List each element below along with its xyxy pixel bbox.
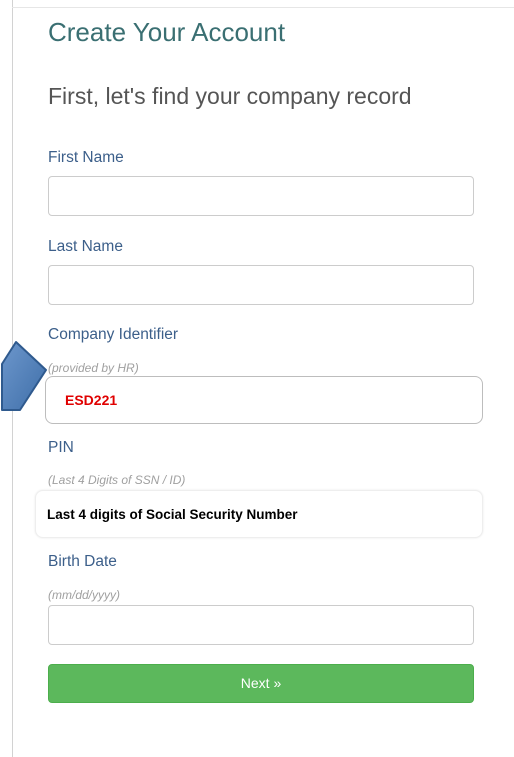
next-button[interactable]: Next » (48, 664, 474, 703)
birth-date-label: Birth Date (48, 553, 117, 570)
company-identifier-hint: (provided by HR) (48, 361, 139, 375)
page-title: Create Your Account (48, 17, 286, 47)
last-name-input[interactable] (48, 265, 474, 305)
create-account-page: Create Your Account First, let's find yo… (0, 0, 514, 757)
page-subtitle: First, let's find your company record (48, 83, 412, 109)
pin-hint: (Last 4 Digits of SSN / ID) (48, 473, 186, 487)
pin-value: Last 4 digits of Social Security Number (47, 507, 298, 522)
pin-label: PIN (48, 439, 74, 456)
birth-date-hint: (mm/dd/yyyy) (48, 588, 120, 602)
arrow-pointer-icon (1, 341, 47, 411)
company-identifier-value: ESD221 (65, 392, 118, 408)
first-name-label: First Name (48, 149, 124, 166)
birth-date-input[interactable] (48, 605, 474, 645)
first-name-input[interactable] (48, 176, 474, 216)
top-border-line (12, 7, 514, 8)
company-identifier-label: Company Identifier (48, 326, 179, 343)
company-identifier-input[interactable]: ESD221 (45, 376, 483, 424)
pin-input[interactable]: Last 4 digits of Social Security Number (35, 490, 483, 538)
last-name-label: Last Name (48, 238, 123, 255)
